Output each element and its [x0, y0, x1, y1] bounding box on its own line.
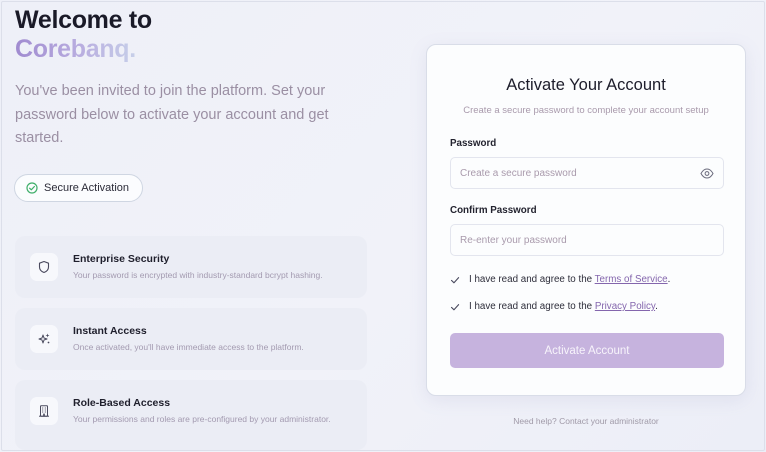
- feature-enterprise-security: Enterprise Security Your password is enc…: [15, 236, 367, 298]
- shield-icon: [38, 260, 50, 274]
- password-label: Password: [450, 138, 497, 149]
- feature-description: Your permissions and roles are pre-confi…: [73, 414, 331, 424]
- feature-instant-access: Instant Access Once activated, you'll ha…: [15, 308, 367, 370]
- activation-card: Activate Your Account Create a secure pa…: [426, 44, 746, 396]
- feature-title: Instant Access: [73, 325, 147, 337]
- password-input[interactable]: [451, 158, 723, 188]
- secure-activation-badge: Secure Activation: [14, 174, 143, 202]
- intro-text: You've been invited to join the platform…: [15, 83, 329, 146]
- check-circle-icon: [26, 182, 38, 194]
- sparkles-icon: [38, 333, 50, 344]
- brand-name: Corebanq.: [15, 35, 136, 63]
- checkmark-icon[interactable]: [450, 275, 460, 285]
- feature-role-based-access: Role-Based Access Your permissions and r…: [15, 380, 367, 450]
- privacy-checkbox-row[interactable]: I have read and agree to the Privacy Pol…: [450, 301, 658, 312]
- confirm-password-label: Confirm Password: [450, 205, 537, 216]
- confirm-password-field-wrapper: [450, 224, 724, 256]
- password-field-wrapper: [450, 157, 724, 189]
- activate-account-button[interactable]: Activate Account: [450, 333, 724, 368]
- card-subtitle: Create a secure password to complete you…: [463, 105, 709, 116]
- building-icon: [39, 405, 49, 417]
- feature-title: Role-Based Access: [73, 397, 171, 409]
- privacy-text: I have read and agree to the Privacy Pol…: [469, 301, 658, 312]
- terms-checkbox-row[interactable]: I have read and agree to the Terms of Se…: [450, 274, 670, 285]
- terms-text: I have read and agree to the Terms of Se…: [469, 274, 671, 285]
- badge-label: Secure Activation: [44, 182, 129, 194]
- card-title: Activate Your Account: [506, 76, 666, 94]
- privacy-policy-link[interactable]: Privacy Policy: [595, 301, 655, 312]
- eye-icon[interactable]: [700, 168, 714, 179]
- confirm-password-input[interactable]: [451, 225, 723, 255]
- help-text: Need help? Contact your administrator: [513, 416, 659, 426]
- feature-description: Your password is encrypted with industry…: [73, 270, 323, 280]
- hero-title: Welcome to: [15, 6, 152, 34]
- terms-of-service-link[interactable]: Terms of Service: [595, 274, 668, 285]
- checkmark-icon[interactable]: [450, 302, 460, 312]
- feature-title: Enterprise Security: [73, 253, 170, 265]
- feature-description: Once activated, you'll have immediate ac…: [73, 342, 304, 352]
